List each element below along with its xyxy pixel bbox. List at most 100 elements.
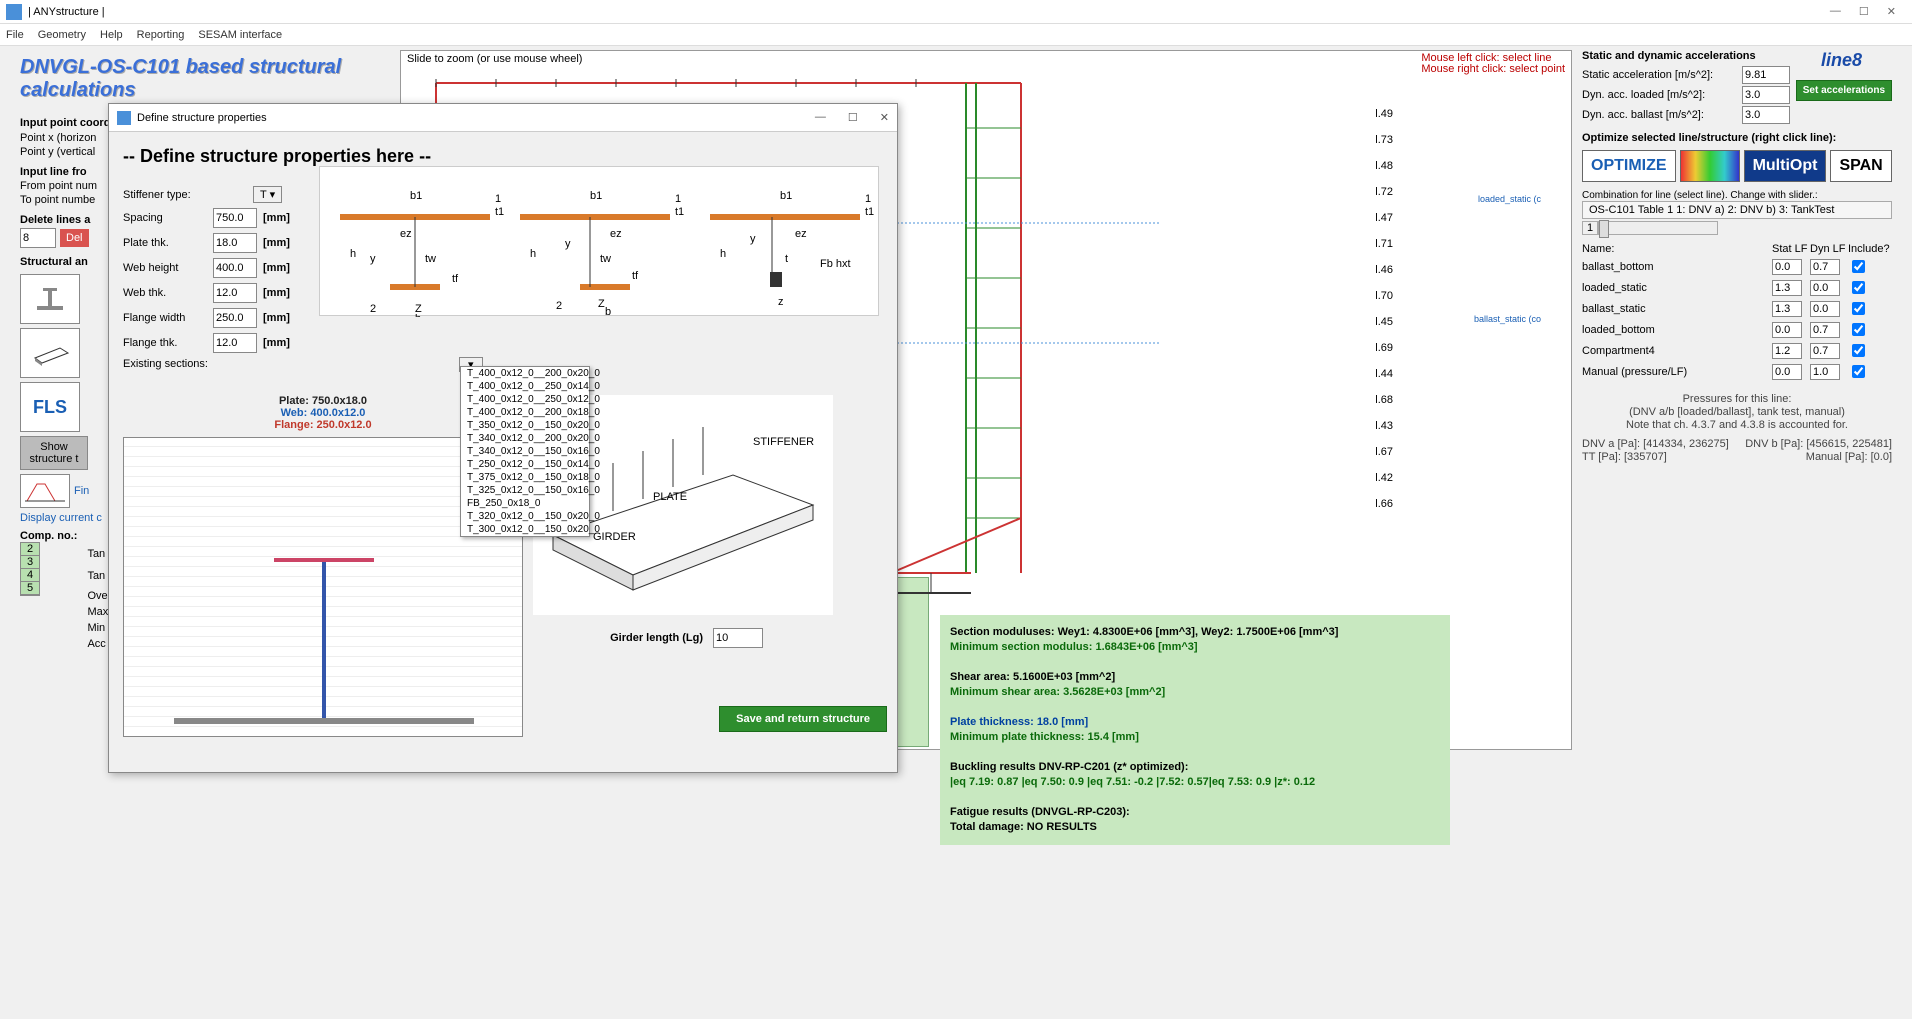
dialog-close-icon[interactable]: ✕ <box>880 111 889 124</box>
comb-stat-1[interactable] <box>1772 280 1802 296</box>
dialog-minimize-icon[interactable]: — <box>815 111 826 124</box>
static-accel-input[interactable] <box>1742 66 1790 84</box>
comb-dyn-1[interactable] <box>1810 280 1840 296</box>
svg-text:Z: Z <box>598 298 605 310</box>
comb-name-0: ballast_bottom <box>1582 261 1772 273</box>
field-5-input[interactable] <box>213 333 257 353</box>
dyn-loaded-input[interactable] <box>1742 86 1790 104</box>
find-link[interactable]: Fin <box>74 485 89 497</box>
section-option-4[interactable]: T_350_0x12_0__150_0x20_0 <box>461 419 589 432</box>
menu-help[interactable]: Help <box>100 29 123 41</box>
comb-dyn-3[interactable] <box>1810 322 1840 338</box>
svg-text:1: 1 <box>495 193 501 205</box>
minimize-icon[interactable]: — <box>1830 5 1841 18</box>
svg-text:h: h <box>530 248 536 260</box>
section-option-8[interactable]: T_375_0x12_0__150_0x18_0 <box>461 471 589 484</box>
fls-button[interactable]: FLS <box>20 382 80 432</box>
comb-dyn-0[interactable] <box>1810 259 1840 275</box>
comb-inc-4[interactable] <box>1852 344 1865 357</box>
svg-text:h: h <box>350 248 356 260</box>
svg-text:tw: tw <box>600 253 611 265</box>
comb-name-3: loaded_bottom <box>1582 324 1772 336</box>
delete-button[interactable]: Del <box>60 229 89 247</box>
svg-text:2: 2 <box>370 303 376 315</box>
comb-dyn-4[interactable] <box>1810 343 1840 359</box>
svg-text:tf: tf <box>452 273 459 285</box>
chevron-down-icon: ▾ <box>270 189 276 201</box>
right-panel: line8 Static and dynamic accelerations S… <box>1582 50 1892 750</box>
comb-dyn-5[interactable] <box>1810 364 1840 380</box>
section-option-5[interactable]: T_340_0x12_0__200_0x20_0 <box>461 432 589 445</box>
svg-text:STIFFENER: STIFFENER <box>753 436 814 448</box>
section-option-10[interactable]: FB_250_0x18_0 <box>461 497 589 510</box>
menu-geometry[interactable]: Geometry <box>38 29 86 41</box>
svg-text:ez: ez <box>400 228 412 240</box>
display-current-link[interactable]: Display current c <box>20 512 102 524</box>
color-gradient-icon[interactable] <box>1680 150 1740 182</box>
close-icon[interactable]: ✕ <box>1887 5 1896 18</box>
span-button[interactable]: SPAN <box>1830 150 1891 182</box>
comb-inc-5[interactable] <box>1852 365 1865 378</box>
comb-name-5: Manual (pressure/LF) <box>1582 366 1772 378</box>
section-option-6[interactable]: T_340_0x12_0__150_0x16_0 <box>461 445 589 458</box>
section-option-2[interactable]: T_400_0x12_0__250_0x12_0 <box>461 393 589 406</box>
profile-plate-icon[interactable] <box>20 328 80 378</box>
comb-inc-1[interactable] <box>1852 281 1865 294</box>
comb-stat-2[interactable] <box>1772 301 1802 317</box>
page-title: DNVGL-OS-C101 based structural calculati… <box>20 56 390 102</box>
field-1-input[interactable] <box>213 233 257 253</box>
save-structure-button[interactable]: Save and return structure <box>719 706 887 732</box>
svg-text:tw: tw <box>425 253 436 265</box>
comb-stat-4[interactable] <box>1772 343 1802 359</box>
comb-stat-5[interactable] <box>1772 364 1802 380</box>
comb-name-1: loaded_static <box>1582 282 1772 294</box>
multiopt-button[interactable]: MultiOpt <box>1744 150 1827 182</box>
girder-length-label: Girder length (Lg) <box>533 632 703 644</box>
section-option-7[interactable]: T_250_0x12_0__150_0x14_0 <box>461 458 589 471</box>
dyn-ballast-input[interactable] <box>1742 106 1790 124</box>
combination-slider[interactable] <box>1598 221 1718 235</box>
section-option-1[interactable]: T_400_0x12_0__250_0x14_0 <box>461 380 589 393</box>
comb-dyn-2[interactable] <box>1810 301 1840 317</box>
svg-text:y: y <box>370 253 376 265</box>
stiffener-type-select[interactable]: T ▾ <box>253 186 282 203</box>
girder-length-input[interactable] <box>713 628 763 648</box>
sections-dropdown[interactable]: T_400_0x12_0__200_0x20_0T_400_0x12_0__25… <box>460 366 590 537</box>
section-option-12[interactable]: T_300_0x12_0__150_0x20_0 <box>461 523 589 536</box>
field-0-input[interactable] <box>213 208 257 228</box>
svg-text:y: y <box>750 233 756 245</box>
field-4-input[interactable] <box>213 308 257 328</box>
optimize-button[interactable]: OPTIMIZE <box>1582 150 1676 182</box>
show-structure-button[interactable]: Show structure t <box>20 436 88 470</box>
profile-t-icon[interactable] <box>20 274 80 324</box>
svg-text:b1: b1 <box>410 190 422 202</box>
svg-text:tf: tf <box>632 270 639 282</box>
svg-text:b: b <box>605 306 611 317</box>
comb-inc-3[interactable] <box>1852 323 1865 336</box>
section-option-11[interactable]: T_320_0x12_0__150_0x20_0 <box>461 510 589 523</box>
svg-text:y: y <box>565 238 571 250</box>
menu-sesam[interactable]: SESAM interface <box>198 29 282 41</box>
comp-table[interactable]: 2345 <box>20 542 40 596</box>
dialog-maximize-icon[interactable]: ☐ <box>848 111 858 124</box>
svg-text:ez: ez <box>610 228 622 240</box>
field-3-input[interactable] <box>213 283 257 303</box>
dialog-title-text: Define structure properties <box>137 112 267 124</box>
field-2-input[interactable] <box>213 258 257 278</box>
section-option-9[interactable]: T_325_0x12_0__150_0x16_0 <box>461 484 589 497</box>
comb-stat-3[interactable] <box>1772 322 1802 338</box>
load-chart-icon[interactable] <box>20 474 70 508</box>
comb-stat-0[interactable] <box>1772 259 1802 275</box>
delete-lines-input[interactable] <box>20 228 56 248</box>
svg-text:t1: t1 <box>495 206 504 218</box>
comb-inc-0[interactable] <box>1852 260 1865 273</box>
menu-reporting[interactable]: Reporting <box>137 29 185 41</box>
svg-text:b: b <box>415 313 421 317</box>
comb-inc-2[interactable] <box>1852 302 1865 315</box>
section-option-0[interactable]: T_400_0x12_0__200_0x20_0 <box>461 367 589 380</box>
set-accel-button[interactable]: Set accelerations <box>1796 80 1892 101</box>
menu-file[interactable]: File <box>6 29 24 41</box>
svg-text:b1: b1 <box>780 190 792 202</box>
maximize-icon[interactable]: ☐ <box>1859 5 1869 18</box>
section-option-3[interactable]: T_400_0x12_0__200_0x18_0 <box>461 406 589 419</box>
